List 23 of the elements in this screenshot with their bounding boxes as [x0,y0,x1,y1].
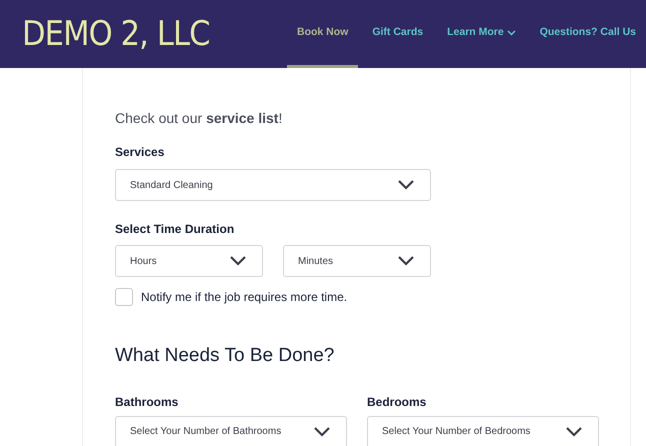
chevron-down-icon [230,256,246,266]
nav-link[interactable]: Gift Cards [362,0,434,68]
logo[interactable]: DEMO 2, LLC [22,17,260,51]
dropdown-select[interactable]: Minutes [283,245,431,277]
checkbox[interactable] [115,288,133,306]
chevron-down-icon [398,256,414,266]
nav-link[interactable]: Learn More [437,0,526,68]
dropdown-select[interactable]: Select Your Number of Bathrooms [115,416,347,446]
field-label: Bathrooms [115,394,180,410]
chevron-down-icon [566,426,582,436]
checkbox-label: Notify me if the job requires more time. [141,289,348,306]
field-label: Services [115,144,166,161]
nav-link[interactable]: Book Now [287,0,358,68]
nav-link[interactable]: Questions? Call Us [530,0,646,68]
field-label: Select Time Duration [115,221,236,238]
chevron-down-icon [398,180,414,190]
chevron-down-icon [314,426,330,436]
intro-text: Check out our service list! [115,109,284,128]
dropdown-select[interactable]: Hours [115,245,263,277]
field-label: Bedrooms [367,394,428,410]
section-title: What Needs To Be Done? [115,344,336,368]
dropdown-select[interactable]: Select Your Number of Bedrooms [367,416,599,446]
dropdown-select[interactable]: Standard Cleaning [115,169,431,201]
